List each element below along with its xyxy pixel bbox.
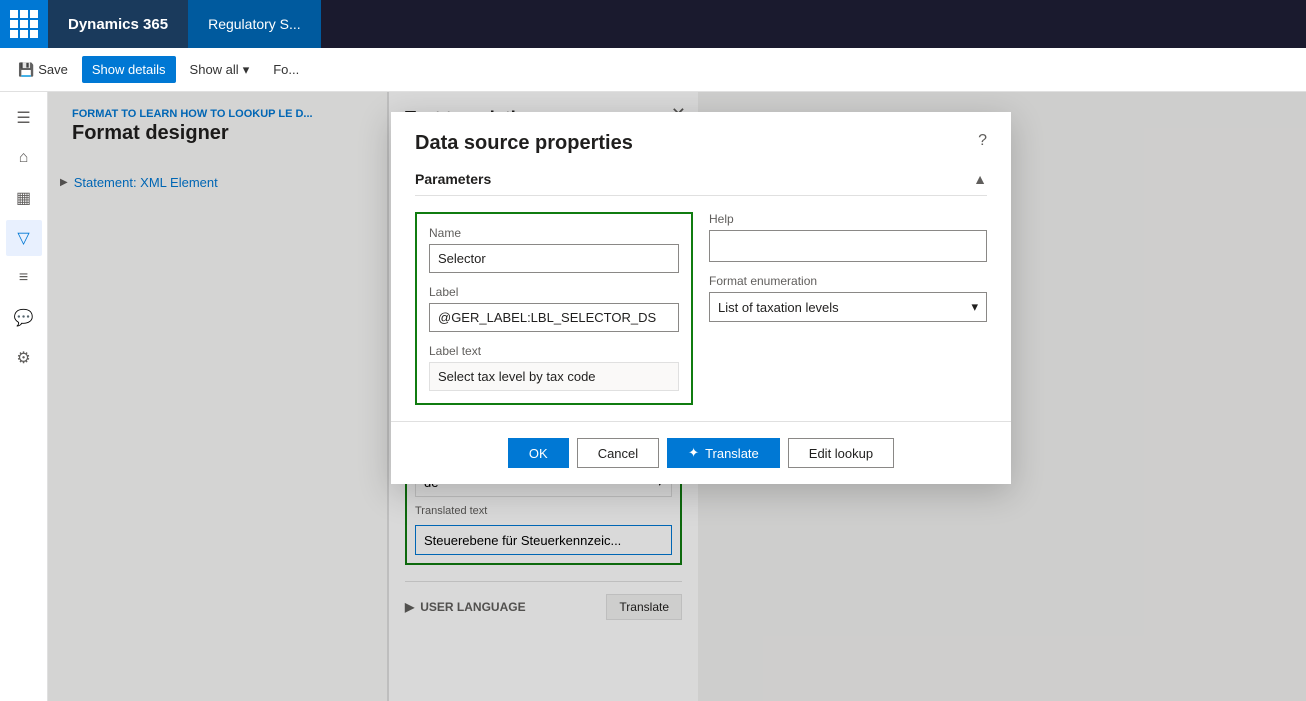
save-button[interactable]: 💾 Save [8,56,78,84]
parameters-label: Parameters [415,171,491,187]
format-enum-select[interactable]: List of taxation levels ▾ [709,292,987,322]
label-input[interactable] [429,303,679,332]
name-label: Name [429,226,679,240]
dropdown-chevron-icon: ▾ [971,299,978,315]
edit-lookup-button[interactable]: Edit lookup [788,438,894,468]
regulatory-title: Regulatory S... [188,0,321,48]
label-text-label: Label text [429,344,679,358]
nav-filter-icon[interactable]: ▽ [6,220,42,256]
nav-menu-icon[interactable]: ☰ [6,100,42,136]
dialog-title: Data source properties [415,132,633,155]
collapse-icon[interactable]: ▲ [973,171,987,187]
parameters-section-header: Parameters ▲ [415,171,987,196]
nav-list-icon[interactable]: ≡ [6,260,42,296]
format-enum-field-group: Format enumeration List of taxation leve… [709,274,987,322]
format-enum-label: Format enumeration [709,274,987,288]
help-field-group: Help [709,212,987,262]
translate-button[interactable]: ✦ Translate [667,438,780,468]
save-icon: 💾 [18,62,34,78]
command-bar: 💾 Save Show details Show all ▾ Fo... [0,48,1306,92]
name-field-group: Name [429,226,679,273]
name-input[interactable] [429,244,679,273]
help-icon[interactable]: ? [978,132,987,150]
show-all-button[interactable]: Show all ▾ [180,56,260,84]
show-details-button[interactable]: Show details [82,56,176,83]
help-input[interactable] [709,230,987,262]
dialog-body: Parameters ▲ Name Label [391,155,1011,421]
label-field-group: Label [429,285,679,332]
dialog-footer: OK Cancel ✦ Translate Edit lookup [391,421,1011,484]
parameters-grid: Name Label Label text Select tax level b… [415,212,987,405]
left-params-box: Name Label Label text Select tax level b… [415,212,693,405]
label-text-field-group: Label text Select tax level by tax code [429,344,679,391]
label-label: Label [429,285,679,299]
nav-modules-icon[interactable]: ▦ [6,180,42,216]
fo-button[interactable]: Fo... [263,56,309,83]
app-title: Dynamics 365 [48,0,188,48]
translate-icon: ✦ [688,445,699,461]
data-source-dialog: Data source properties ? Parameters ▲ Na… [391,112,1011,484]
nav-home-icon[interactable]: ⌂ [6,140,42,176]
dialog-overlay: Data source properties ? Parameters ▲ Na… [48,92,1306,701]
label-text-display: Select tax level by tax code [429,362,679,391]
ok-button[interactable]: OK [508,438,569,468]
dialog-header: Data source properties ? [391,112,1011,155]
nav-chat-icon[interactable]: 💬 [6,300,42,336]
chevron-down-icon: ▾ [243,62,250,78]
cancel-button[interactable]: Cancel [577,438,659,468]
grid-icon [10,10,38,38]
right-params-box: Help Format enumeration List of taxation… [709,212,987,405]
help-label: Help [709,212,987,226]
nav-settings-icon[interactable]: ⚙ [6,340,42,376]
left-navigation: ☰ ⌂ ▦ ▽ ≡ 💬 ⚙ [0,92,48,701]
app-launcher-button[interactable] [0,0,48,48]
topbar: Dynamics 365 Regulatory S... [0,0,1306,48]
